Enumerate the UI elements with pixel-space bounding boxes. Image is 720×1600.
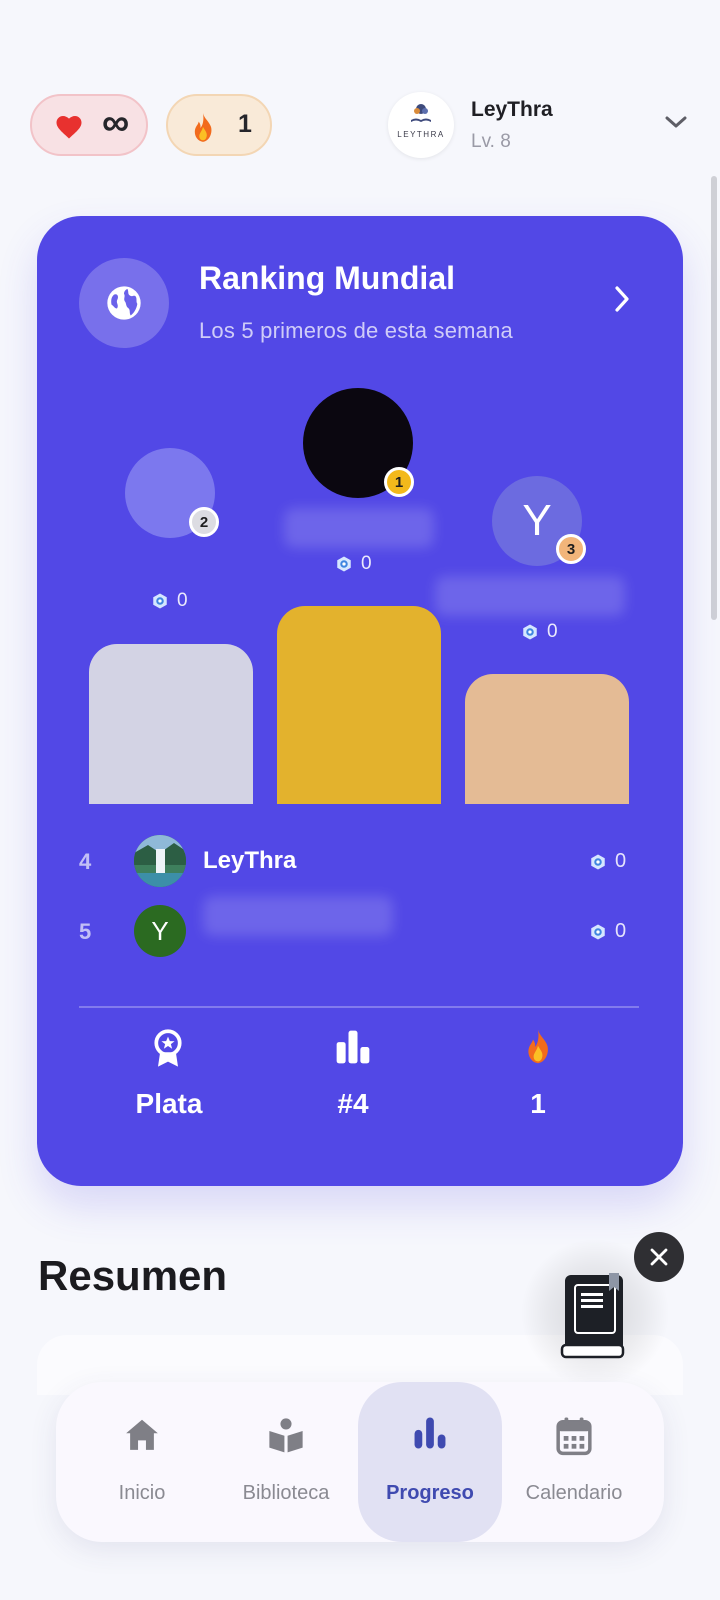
podium-score-2: 0 [151,590,188,612]
library-icon [269,1418,303,1453]
podium-name-3 [435,576,625,616]
divider [79,1006,639,1008]
medal-icon [154,1029,182,1067]
list-rank-4: 4 [79,849,92,874]
avatar-initial: Y [522,496,552,545]
list-avatar-5[interactable]: Y [134,905,186,957]
book-tree-icon [411,104,431,122]
summary-title: Resumen [38,1252,228,1299]
list-avatar-4[interactable] [134,835,186,887]
fire-icon [528,1029,548,1064]
rank-badge-1: 1 [384,467,414,497]
close-icon [650,1248,668,1266]
bar-chart-icon [336,1030,370,1064]
nav-label: Progreso [386,1482,474,1504]
book-icon[interactable] [559,1271,625,1361]
stat-rank: #4 [337,1088,369,1119]
nav-label: Calendario [525,1482,623,1504]
avatar-initial: Y [151,915,169,946]
waterfall-photo [134,835,186,887]
nav-calendario[interactable]: Calendario [502,1382,646,1542]
calendar-icon [556,1417,592,1456]
podium-pillar-1 [277,606,441,804]
nav-label: Biblioteca [242,1482,330,1504]
progress-icon [414,1417,446,1449]
list-score-4: 0 [589,850,626,873]
lives-value: ∞ [102,102,130,144]
stat-league: Plata [135,1088,203,1119]
podium-score-1: 0 [335,553,372,575]
streak-value: 1 [238,110,252,138]
podium-pillar-2 [89,644,253,804]
list-rank-5: 5 [79,919,92,944]
profile-logo[interactable]: LEYTHRA [388,92,454,158]
gem-icon [337,556,351,572]
close-button[interactable] [634,1232,684,1282]
list-name-4: LeyThra [203,847,297,874]
gem-icon [523,624,537,640]
globe-icon [107,286,141,320]
list-name-5 [203,896,393,936]
profile-name: LeyThra [471,98,553,121]
list-score-5: 0 [589,920,626,943]
home-icon [126,1419,158,1450]
nav-inicio[interactable]: Inicio [70,1382,214,1542]
nav-label: Inicio [118,1482,166,1504]
chevron-right-icon[interactable] [612,284,632,314]
nav-biblioteca[interactable]: Biblioteca [214,1382,358,1542]
ranking-card[interactable]: Ranking Mundial Los 5 primeros de esta s… [37,216,683,1186]
nav-progreso[interactable]: Progreso [358,1382,502,1542]
heart-icon [56,116,82,139]
ranking-subtitle: Los 5 primeros de esta semana [199,318,513,343]
globe-button [79,258,169,348]
ranking-title: Ranking Mundial [199,260,455,296]
streak-pill[interactable]: 1 [166,94,272,156]
gem-icon [153,593,167,609]
stat-streak: 1 [530,1088,546,1119]
podium-pillar-3 [465,674,629,804]
lives-pill[interactable]: ∞ [30,94,148,156]
logo-text: LEYTHRA [397,130,445,139]
bottom-nav: Inicio Biblioteca Progreso Calendario [56,1382,664,1542]
podium-score-3: 0 [521,621,558,643]
podium-name-1 [284,508,434,548]
scrollbar[interactable] [711,176,717,620]
gem-icon [591,924,605,939]
rank-badge-2: 2 [189,507,219,537]
chevron-down-icon[interactable] [664,114,688,130]
rank-badge-3: 3 [556,534,586,564]
profile-level: Lv. 8 [471,131,511,152]
fire-icon [194,113,212,142]
gem-icon [591,854,605,869]
